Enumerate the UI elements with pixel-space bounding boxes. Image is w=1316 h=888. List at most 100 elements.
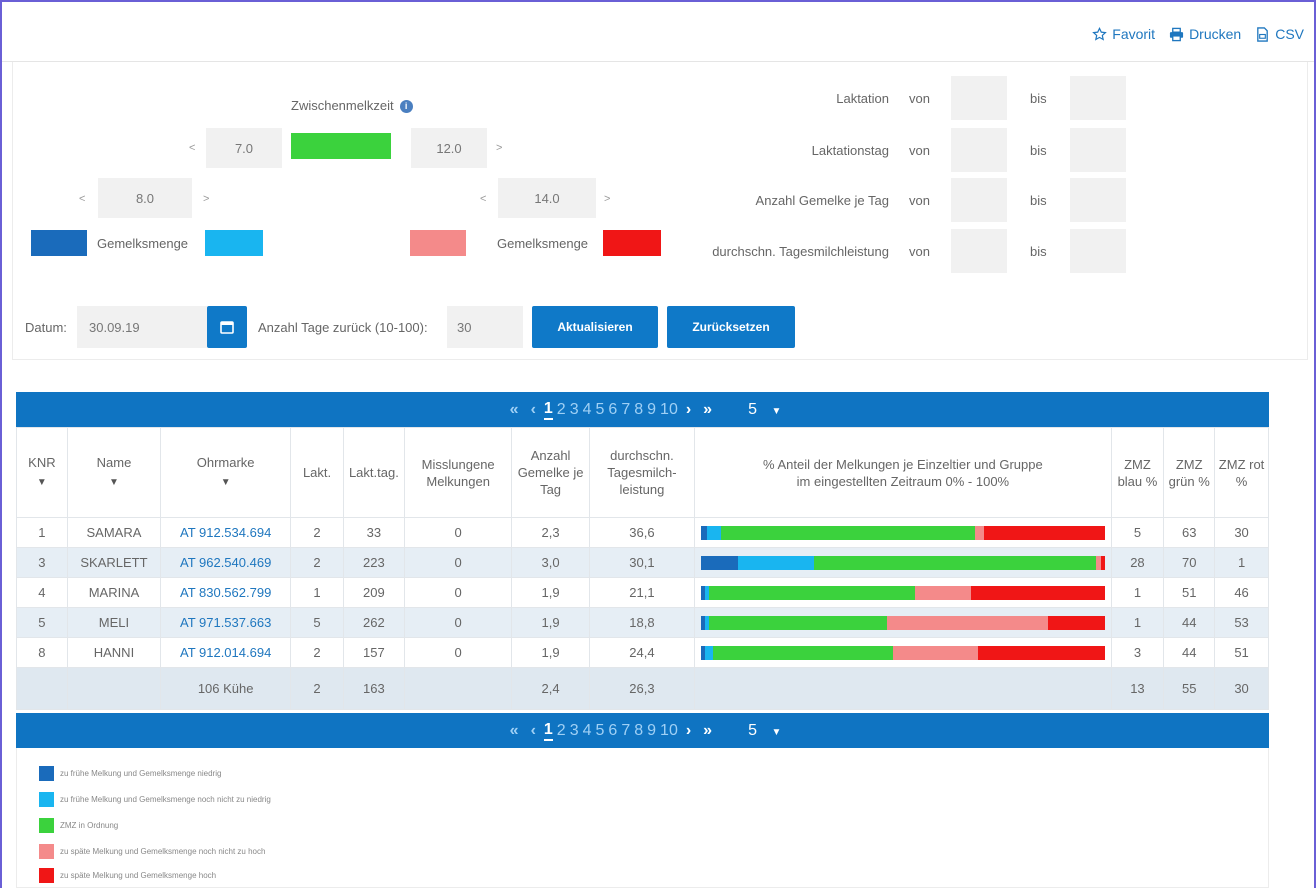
col-zmz-rot[interactable]: ZMZ rot %: [1214, 427, 1269, 518]
ohrmarke-link[interactable]: AT 830.562.799: [180, 585, 271, 600]
color-legend: zu frühe Melkung und Gemelksmenge niedri…: [16, 748, 1269, 888]
datum-label: Datum:: [25, 320, 67, 335]
first-page-button[interactable]: «: [510, 401, 519, 419]
anzahl-gemelke-bis-input[interactable]: [1070, 178, 1126, 222]
summary-name: [66, 667, 162, 710]
col-name[interactable]: Name ▼: [66, 427, 162, 518]
gem-high-input[interactable]: 14.0: [498, 178, 596, 218]
page-3[interactable]: 3: [570, 722, 579, 740]
aktualisieren-button[interactable]: Aktualisieren: [532, 306, 658, 348]
page-size-select[interactable]: 5 ▼: [748, 722, 781, 740]
page-9[interactable]: 9: [647, 401, 656, 419]
legend-label: zu frühe Melkung und Gemelksmenge niedri…: [60, 769, 222, 778]
last-page-button[interactable]: »: [703, 722, 712, 740]
page-size-value: 5: [748, 400, 757, 418]
col-knr[interactable]: KNR ▼: [16, 427, 68, 518]
laktationstag-von-input[interactable]: [951, 128, 1007, 172]
page-2[interactable]: 2: [557, 401, 566, 419]
zmz-high-increase[interactable]: >: [496, 142, 502, 154]
col-lakt[interactable]: Lakt.: [290, 427, 344, 518]
last-page-button[interactable]: »: [703, 401, 712, 419]
cell-ohrmarke: AT 830.562.799: [160, 577, 292, 608]
csv-link[interactable]: CSV: [1255, 26, 1304, 42]
laktation-bis-input[interactable]: [1070, 76, 1126, 120]
prev-page-button[interactable]: ‹: [531, 401, 536, 419]
anzahl-gemelke-von-input[interactable]: [951, 178, 1007, 222]
table-row: 5 MELI AT 971.537.663 5 262 0 1,9 18,8 1…: [16, 607, 1269, 638]
laktationstag-bis-input[interactable]: [1070, 128, 1126, 172]
filter-icon[interactable]: ▼: [161, 474, 290, 491]
page-4[interactable]: 4: [583, 722, 592, 740]
pink-swatch: [410, 230, 466, 256]
page-8[interactable]: 8: [634, 401, 643, 419]
page-4[interactable]: 4: [583, 401, 592, 419]
ohrmarke-link[interactable]: AT 912.014.694: [180, 645, 271, 660]
page-5[interactable]: 5: [596, 401, 605, 419]
page-10[interactable]: 10: [660, 401, 678, 419]
tage-input[interactable]: 30: [447, 306, 523, 348]
page-7[interactable]: 7: [621, 401, 630, 419]
page-6[interactable]: 6: [608, 722, 617, 740]
zmz-high-input[interactable]: 12.0: [411, 128, 487, 168]
page-1[interactable]: 1: [543, 721, 553, 741]
laktation-von-input[interactable]: [951, 76, 1007, 120]
cell-misslungene: 0: [403, 637, 513, 668]
cell-anzahl: 1,9: [511, 577, 590, 608]
favorit-link[interactable]: Favorit: [1092, 26, 1155, 42]
page-10[interactable]: 10: [660, 722, 678, 740]
page-5[interactable]: 5: [596, 722, 605, 740]
col-name-label: Name: [96, 455, 132, 470]
col-misslungene[interactable]: Misslungene Melkungen: [403, 427, 513, 518]
cell-anzahl: 1,9: [511, 637, 590, 668]
zmz-low-input[interactable]: 7.0: [206, 128, 282, 168]
table-row: 3 SKARLETT AT 962.540.469 2 223 0 3,0 30…: [16, 547, 1269, 578]
col-anzahl[interactable]: Anzahl Gemelke je Tag: [511, 427, 590, 518]
page-2[interactable]: 2: [557, 722, 566, 740]
col-lakttag[interactable]: Lakt.tag.: [342, 427, 405, 518]
col-durchschn[interactable]: durchschn. Tagesmilch-leistung: [588, 427, 696, 518]
prev-page-button[interactable]: ‹: [531, 722, 536, 740]
legend-swatch: [39, 818, 54, 833]
calendar-button[interactable]: [207, 306, 247, 348]
ohrmarke-link[interactable]: AT 912.534.694: [180, 525, 271, 540]
toolbar-links: Favorit Drucken CSV: [1092, 26, 1304, 42]
gem-high-decrease[interactable]: <: [480, 193, 486, 205]
gem-low-input[interactable]: 8.0: [98, 178, 192, 218]
ohrmarke-link[interactable]: AT 962.540.469: [180, 555, 271, 570]
tagesmilch-von-input[interactable]: [951, 229, 1007, 273]
datum-input[interactable]: 30.09.19: [77, 306, 207, 348]
next-page-button[interactable]: ›: [686, 401, 691, 419]
zmz-low-decrease[interactable]: <: [189, 142, 195, 154]
favorit-label: Favorit: [1112, 26, 1156, 42]
filter-icon[interactable]: ▼: [17, 474, 67, 491]
page-1[interactable]: 1: [543, 400, 553, 420]
segment-red: [983, 525, 1105, 540]
info-icon[interactable]: i: [399, 100, 413, 114]
cell-lakt: 5: [290, 607, 344, 638]
gem-high-increase[interactable]: >: [604, 193, 610, 205]
cell-lakt: 2: [290, 637, 344, 668]
col-ohrmarke[interactable]: Ohrmarke ▼: [160, 427, 292, 518]
ohrmarke-link[interactable]: AT 971.537.663: [180, 615, 271, 630]
col-zmz-blau[interactable]: ZMZ blau %: [1110, 427, 1165, 518]
page-8[interactable]: 8: [634, 722, 643, 740]
tagesmilch-bis-input[interactable]: [1070, 229, 1126, 273]
gem-low-increase[interactable]: >: [203, 193, 209, 205]
next-page-button[interactable]: ›: [686, 722, 691, 740]
page-6[interactable]: 6: [608, 401, 617, 419]
page-9[interactable]: 9: [647, 722, 656, 740]
zmz-heading: Zwischenmelkzeit i: [291, 98, 413, 114]
tagesmilch-von: von: [909, 244, 930, 259]
drucken-link[interactable]: Drucken: [1169, 26, 1241, 42]
col-zmz-gruen[interactable]: ZMZ grün %: [1163, 427, 1216, 518]
cell-anteil: [694, 547, 1112, 578]
gem-low-decrease[interactable]: <: [79, 193, 85, 205]
first-page-button[interactable]: «: [510, 722, 519, 740]
page-7[interactable]: 7: [621, 722, 630, 740]
page-size-select[interactable]: 5 ▼: [748, 401, 781, 419]
page-3[interactable]: 3: [570, 401, 579, 419]
cell-lakt: 1: [290, 577, 344, 608]
filter-icon[interactable]: ▼: [68, 474, 160, 491]
zuruecksetzen-button[interactable]: Zurücksetzen: [667, 306, 795, 348]
tagesmilch-bis: bis: [1030, 244, 1047, 259]
